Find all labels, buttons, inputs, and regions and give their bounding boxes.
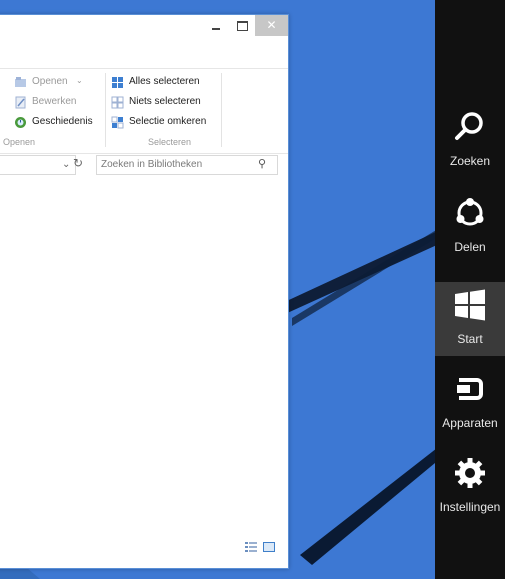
charm-search[interactable]: Zoeken (435, 104, 505, 178)
charm-label: Apparaten (442, 416, 498, 430)
select-none-icon (111, 96, 124, 109)
minimize-button[interactable] (203, 15, 229, 36)
file-list-area[interactable] (0, 183, 288, 558)
ribbon-tab-row: ^ ? (0, 47, 288, 94)
charms-bar: Zoeken Delen Start Apparaten Instellinge… (435, 0, 505, 579)
edit-icon (15, 96, 26, 109)
search-icon[interactable]: ⚲ (258, 157, 266, 170)
refresh-icon[interactable]: ↻ (73, 156, 83, 170)
maximize-icon (237, 21, 248, 31)
search-placeholder: Zoeken in Bibliotheken (101, 159, 203, 170)
search-input[interactable]: Zoeken in Bibliotheken ⚲ (96, 155, 278, 175)
charm-label: Start (457, 332, 483, 346)
close-icon: ✕ (266, 18, 277, 32)
close-button[interactable]: ✕ (255, 15, 288, 36)
address-bar[interactable]: ⌄ (0, 155, 76, 175)
select-all-icon (112, 77, 123, 88)
large-icons-view-icon[interactable] (263, 542, 275, 552)
charm-label: Delen (454, 240, 486, 254)
group-separator (221, 73, 222, 147)
dropdown-arrow-icon: ⌄ (76, 76, 83, 85)
history-icon (15, 117, 26, 128)
windows-logo-icon (455, 289, 485, 321)
ribbon: Openen ⌄ Bewerken Geschiedenis Openen All… (0, 68, 288, 154)
minimize-icon (212, 28, 220, 30)
file-explorer-window[interactable]: ✕ ^ ? Openen⌄ Bewerken Geschiedenis Open… (0, 14, 289, 569)
search-icon (455, 112, 483, 140)
invert-selection-icon (111, 116, 124, 129)
settings-gear-icon (455, 458, 485, 488)
title-bar[interactable]: ✕ (0, 15, 288, 45)
charm-devices[interactable]: Apparaten (435, 366, 505, 440)
screen: ✕ ^ ? Openen⌄ Bewerken Geschiedenis Open… (0, 0, 505, 579)
group-label-select: Selecteren (148, 137, 192, 147)
address-bar-row: ⌄ ↻ Zoeken in Bibliotheken ⚲ (0, 155, 288, 181)
group-separator (105, 73, 106, 147)
charm-start[interactable]: Start (435, 282, 505, 356)
share-icon (456, 198, 484, 226)
details-view-icon[interactable] (245, 542, 257, 552)
open-icon (15, 77, 26, 87)
charm-label: Zoeken (449, 154, 491, 168)
group-label-open: Openen (3, 137, 36, 147)
charm-share[interactable]: Delen (435, 190, 505, 264)
devices-icon (457, 378, 483, 400)
maximize-button[interactable] (229, 15, 255, 36)
charm-settings[interactable]: Instellingen (435, 450, 505, 524)
charm-label: Instellingen (439, 500, 501, 514)
chevron-down-icon[interactable]: ⌄ (62, 159, 70, 170)
